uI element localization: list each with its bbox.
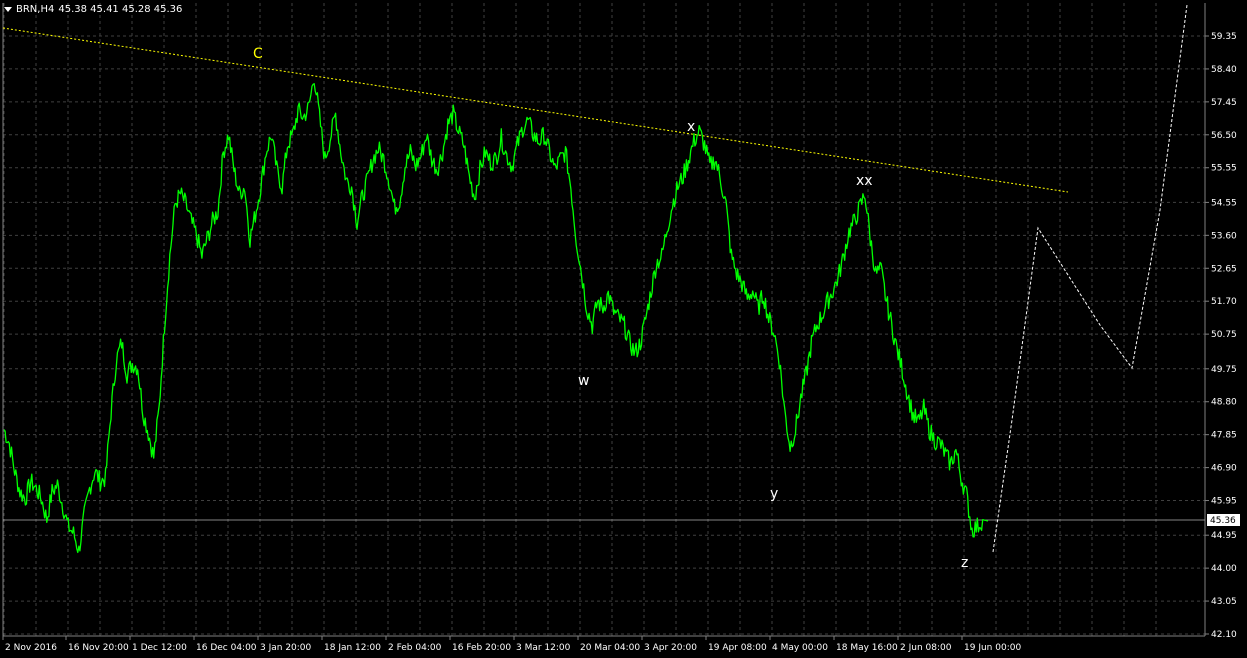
x-tick-label: 20 Mar 04:00 xyxy=(580,643,640,653)
y-tick-label: 43.05 xyxy=(1211,597,1237,607)
x-tick-label: 18 May 16:00 xyxy=(836,643,898,653)
chart-header: BRN,H4 45.38 45.41 45.28 45.36 xyxy=(4,4,182,15)
y-tick-label: 54.55 xyxy=(1211,198,1237,208)
x-tick-label: 2 Nov 2016 xyxy=(5,643,57,653)
x-tick-label: 2 Jun 08:00 xyxy=(900,643,952,653)
x-axis-labels: 2 Nov 2016 16 Nov 20:00 1 Dec 12:00 16 Dec … xyxy=(2,636,1021,653)
x-tick-label: 3 Mar 12:00 xyxy=(516,643,571,653)
wave-label-xx: xx xyxy=(856,173,873,189)
x-tick-label: 18 Jan 12:00 xyxy=(324,643,381,653)
x-tick-label: 16 Dec 04:00 xyxy=(196,643,257,653)
y-tick-label: 45.95 xyxy=(1211,497,1237,507)
y-tick-label: 56.50 xyxy=(1211,131,1237,141)
symbol-label: BRN,H4 xyxy=(16,4,55,15)
x-tick-label: 19 Jun 00:00 xyxy=(964,643,1021,653)
price-chart: 59.35 58.40 57.45 56.50 55.55 54.55 53.60 52.65… xyxy=(2,3,1240,653)
x-tick-label: 19 Apr 08:00 xyxy=(708,643,767,653)
y-tick-label: 55.55 xyxy=(1211,164,1237,174)
current-price-label: 45.36 xyxy=(1210,516,1236,526)
y-tick-label: 58.40 xyxy=(1211,65,1237,75)
price-series-line xyxy=(3,83,989,554)
wave-label-x: x xyxy=(687,119,695,135)
y-axis-labels: 59.35 58.40 57.45 56.50 55.55 54.55 53.60 52.65… xyxy=(1205,32,1237,640)
y-tick-label: 47.85 xyxy=(1211,431,1237,441)
y-tick-label: 46.90 xyxy=(1211,464,1237,474)
wave-label-y: y xyxy=(770,486,778,502)
symbol-dropdown-icon[interactable] xyxy=(4,7,12,12)
resistance-trendline xyxy=(2,27,1069,193)
y-tick-label: 44.95 xyxy=(1211,531,1237,541)
projection-path xyxy=(992,4,1188,553)
x-tick-label: 16 Nov 20:00 xyxy=(68,643,129,653)
y-tick-label: 42.10 xyxy=(1211,630,1237,640)
axis-frame xyxy=(2,3,1206,637)
x-tick-label: 3 Apr 20:00 xyxy=(644,643,697,653)
wave-label-c: C xyxy=(253,46,263,62)
y-tick-label: 48.80 xyxy=(1211,398,1237,408)
y-tick-label: 53.60 xyxy=(1211,231,1237,241)
x-tick-label: 4 May 00:00 xyxy=(772,643,828,653)
y-tick-label: 44.00 xyxy=(1211,564,1237,574)
wave-label-w: w xyxy=(578,373,589,389)
x-tick-label: 1 Dec 12:00 xyxy=(132,643,187,653)
y-tick-label: 51.70 xyxy=(1211,297,1237,307)
y-tick-label: 59.35 xyxy=(1211,32,1237,42)
wave-label-z: z xyxy=(961,555,968,571)
y-tick-label: 52.65 xyxy=(1211,264,1237,274)
y-tick-label: 50.75 xyxy=(1211,330,1237,340)
y-tick-label: 49.75 xyxy=(1211,365,1237,375)
x-tick-label: 3 Jan 20:00 xyxy=(260,643,312,653)
x-tick-label: 16 Feb 20:00 xyxy=(452,643,511,653)
ohlc-values: 45.38 45.41 45.28 45.36 xyxy=(58,4,183,15)
grid xyxy=(3,3,1205,636)
x-tick-label: 2 Feb 04:00 xyxy=(388,643,442,653)
y-tick-label: 57.45 xyxy=(1211,98,1237,108)
